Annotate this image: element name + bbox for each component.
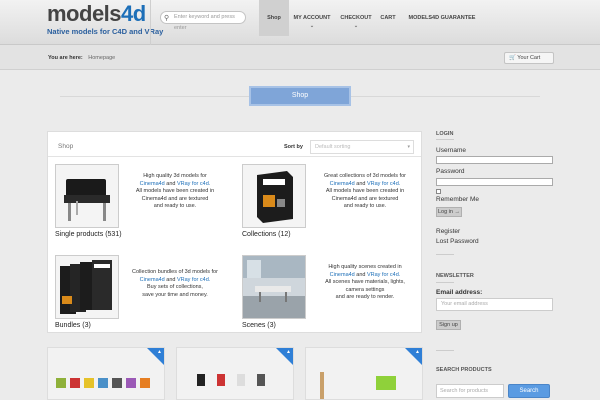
category-image-bundles[interactable] <box>55 255 119 319</box>
nav-shop[interactable]: Shop <box>259 0 289 36</box>
category-link-collections[interactable]: Collections (12) <box>242 231 291 238</box>
logo-tagline: Native models for C4D and VRay <box>47 27 164 36</box>
shop-panel-header: Shop Sort by Default sorting ▾ <box>48 132 421 157</box>
newsletter-divider <box>436 282 454 283</box>
login-divider <box>436 139 454 140</box>
category-image-scenes[interactable] <box>242 255 306 319</box>
category-link-scenes[interactable]: Scenes (3) <box>242 322 276 329</box>
lost-password-link[interactable]: Lost Password <box>436 238 479 245</box>
password-label: Password <box>436 168 465 175</box>
cinema4d-link[interactable]: Cinema4d <box>140 181 165 187</box>
cart-icon: ▲ <box>157 349 162 355</box>
username-label: Username <box>436 147 466 154</box>
nav-my-account[interactable]: MY ACCOUNT ⌄ <box>291 0 333 36</box>
shop-panel: Shop Sort by Default sorting ▾ Single pr… <box>47 131 422 333</box>
nav-guarantee[interactable]: MODELS4D GUARANTEE <box>408 0 476 36</box>
username-field[interactable] <box>436 156 553 164</box>
category-desc-scenes: High quality scenes created in Cinema4d … <box>325 264 405 300</box>
breadcrumb-home-link[interactable]: Homepage <box>88 55 115 61</box>
vray-link[interactable]: VRay for c4d. <box>177 277 210 283</box>
newsletter-email-field[interactable]: Your email address <box>436 298 553 311</box>
category-link-single-products[interactable]: Single products (531) <box>55 231 122 238</box>
register-link[interactable]: Register <box>436 228 460 235</box>
category-link-bundles[interactable]: Bundles (3) <box>55 322 91 329</box>
nav-checkout[interactable]: CHECKOUT ⌄ <box>338 0 374 36</box>
breadcrumb-prefix: You are here: <box>48 55 83 61</box>
search-input[interactable]: ⚲ Enter keyword and press enter <box>160 11 246 31</box>
chevron-down-icon: ⌄ <box>309 23 315 29</box>
sign-up-button[interactable]: Sign up <box>436 320 461 330</box>
chevron-down-icon: ▾ <box>407 144 410 150</box>
your-cart-button[interactable]: 🛒 Your Cart <box>504 52 554 64</box>
product-card[interactable]: ▲ <box>176 347 294 400</box>
search-products-heading: SEARCH PRODUCTS <box>436 367 492 373</box>
search-top-divider <box>436 350 454 351</box>
search-placeholder: Enter keyword and press enter <box>174 14 235 31</box>
cinema4d-link[interactable]: Cinema4d <box>330 181 355 187</box>
remember-me-label: Remember Me <box>436 196 479 203</box>
logo-wordmark: models4d <box>47 1 146 26</box>
category-image-single-products[interactable] <box>55 164 119 228</box>
nav-cart[interactable]: CART <box>379 0 397 36</box>
chevron-down-icon: ⌄ <box>353 23 359 29</box>
breadcrumb: You are here: Homepage <box>48 55 115 61</box>
cinema4d-link[interactable]: Cinema4d <box>140 277 165 283</box>
login-heading: LOGIN <box>436 131 454 137</box>
email-label: Email address: <box>436 289 483 296</box>
product-card[interactable]: ▲ <box>47 347 165 400</box>
cart-icon: ▲ <box>415 349 420 355</box>
header-divider <box>150 0 151 45</box>
vray-link[interactable]: VRay for c4d. <box>177 181 210 187</box>
remember-me-checkbox[interactable] <box>436 189 441 194</box>
cart-icon: ▲ <box>286 349 291 355</box>
sort-select[interactable]: Default sorting ▾ <box>310 140 414 154</box>
newsletter-heading: NEWSLETTER <box>436 273 474 279</box>
cart-icon: 🛒 <box>509 55 516 61</box>
category-desc-single-products: High quality 3d models for Cinema4d and … <box>135 173 215 209</box>
site-logo[interactable]: models4d Native models for C4D and VRay <box>47 1 164 37</box>
product-search-button[interactable]: Search <box>508 384 550 398</box>
shop-panel-title: Shop <box>58 143 74 150</box>
login-button[interactable]: Log in → <box>436 207 462 217</box>
password-field[interactable] <box>436 178 553 186</box>
newsletter-top-divider <box>436 254 454 255</box>
vray-link[interactable]: VRay for c4d. <box>367 181 400 187</box>
category-image-collections[interactable] <box>242 164 306 228</box>
search-icon: ⚲ <box>164 15 170 22</box>
category-desc-collections: Great collections of 3d models for Cinem… <box>324 173 406 209</box>
product-search-input[interactable]: Search for products <box>436 384 504 398</box>
vray-link[interactable]: VRay for c4d. <box>367 272 400 278</box>
page-title: Shop <box>249 86 351 106</box>
site-header: models4d Native models for C4D and VRay … <box>0 0 600 45</box>
sort-label: Sort by <box>284 144 303 150</box>
product-card[interactable]: ▲ <box>305 347 423 400</box>
category-desc-bundles: Collection bundles of 3d models for Cine… <box>132 269 218 298</box>
cinema4d-link[interactable]: Cinema4d <box>330 272 355 278</box>
